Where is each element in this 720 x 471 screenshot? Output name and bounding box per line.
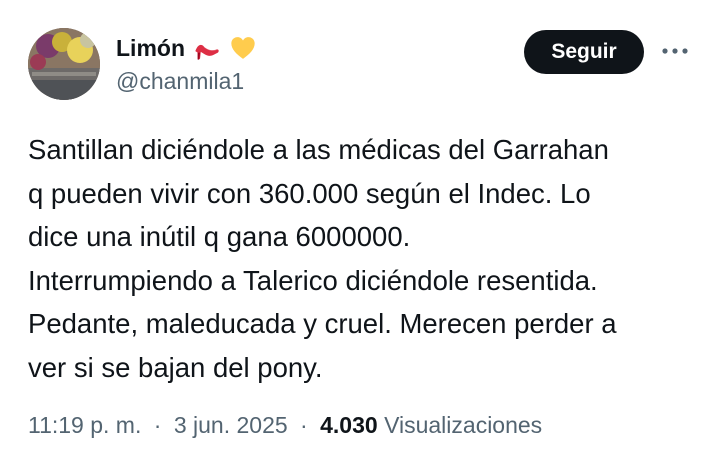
meta-separator: · [153,412,162,438]
yellow-heart-icon [229,34,257,62]
more-options-button[interactable] [658,36,692,66]
tweet-text: Santillan diciéndole a las médicas del G… [28,134,617,383]
high-heel-icon [193,34,221,62]
tweet-meta: 11:19 p. m. · 3 jun. 2025 · 4.030 Visual… [28,412,542,439]
author-names: Limón @chanmila1 [116,32,257,95]
display-name-row: Limón [116,32,257,64]
tweet-date[interactable]: 3 jun. 2025 [174,412,288,438]
follow-button[interactable]: Seguir [524,30,644,74]
author-handle[interactable]: @chanmila1 [116,68,257,95]
views-count[interactable]: 4.030 [320,412,378,438]
views-label[interactable]: Visualizaciones [384,412,542,438]
avatar-image [28,28,100,100]
more-horizontal-icon [662,48,688,54]
avatar[interactable] [28,28,100,100]
tweet-header: Limón @chanmila1 Seguir [28,28,692,104]
tweet-time[interactable]: 11:19 p. m. [28,412,141,438]
meta-separator: · [300,412,308,438]
display-name[interactable]: Limón [116,35,185,62]
